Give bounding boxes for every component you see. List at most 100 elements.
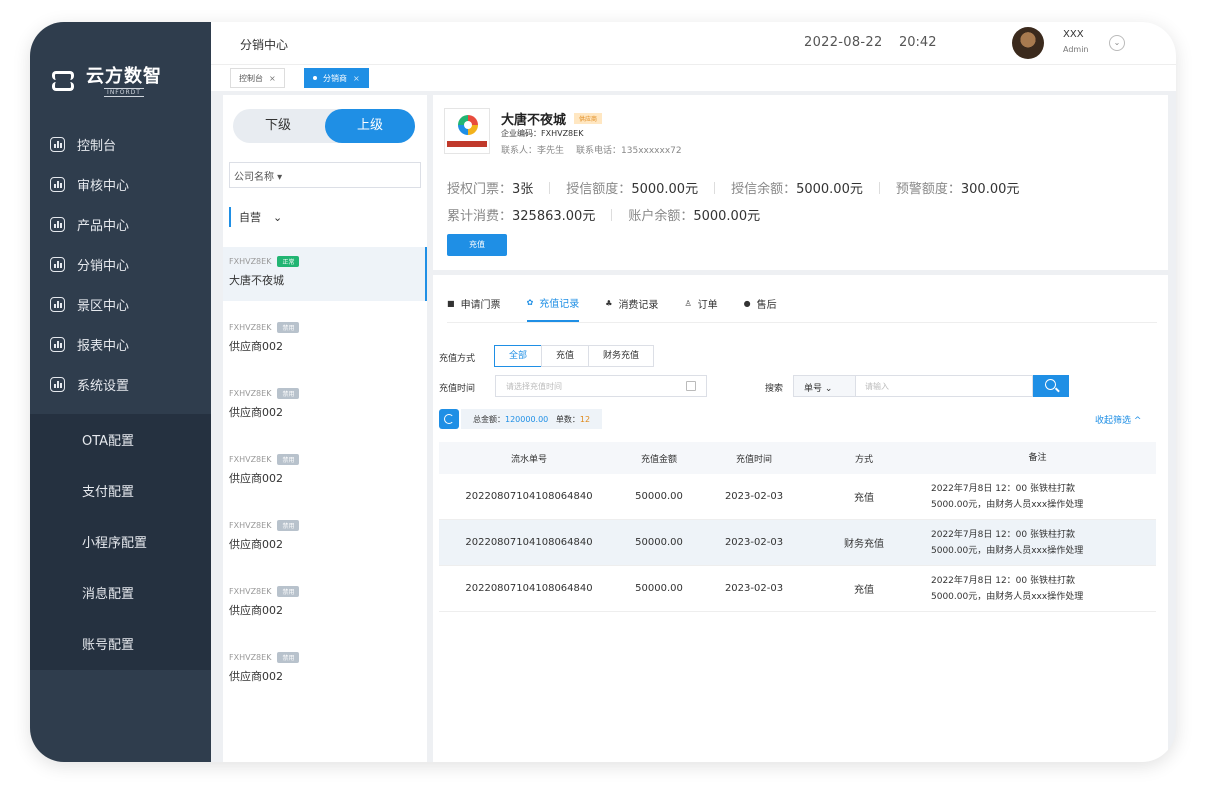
cluster-icon: ♣ [605,299,613,308]
item-name: 供应商002 [229,670,283,683]
submenu-item-miniprogram[interactable]: 小程序配置 [30,516,211,567]
current-date: 2022-08-22 [804,35,883,50]
square-icon: ■ [447,299,455,308]
tab-consumption-records[interactable]: ♣ 消费记录 [605,295,658,322]
tab-apply-tickets[interactable]: ■ 申请门票 [447,295,501,322]
sidebar-item-scenic[interactable]: 景区中心 [30,284,211,324]
tab-console[interactable]: 控制台 × [230,68,285,88]
tab-orders[interactable]: ♙ 订单 [684,295,717,322]
distributor-list: FXHVZ8EK 正常 大唐不夜城 FXHVZ8EK 禁用 供应商002 FXHVZ… [223,247,427,709]
summary-count: 12 [579,415,591,424]
status-badge: 禁用 [277,388,300,399]
tab-recharge-records[interactable]: ✿ 充值记录 [526,295,580,322]
table-row[interactable]: 20220807104108064840 50000.00 2023-02-03… [439,520,1156,566]
recharge-table: 流水单号 充值金额 充值时间 方式 备注 2022080710410806484… [439,442,1156,612]
user-role: Admin [1063,45,1089,54]
circle-icon: ● [743,299,751,308]
chart-icon [50,336,65,352]
search-icon[interactable] [1033,375,1069,397]
chart-icon [50,376,65,392]
list-item[interactable]: FXHVZ8EK 禁用 供应商002 [223,643,427,709]
stat-account-balance: 账户余额： 5000.00元 [628,209,761,224]
list-item[interactable]: FXHVZ8EK 禁用 供应商002 [223,379,427,445]
stat-total-consumption: 累计消费： 325863.00元 [447,209,596,224]
table-row[interactable]: 20220807104108064840 50000.00 2023-02-03… [439,566,1156,612]
lower-level-button[interactable]: 下级 [233,109,323,143]
tab-after-sales[interactable]: ● 售后 [744,295,777,322]
sidebar-item-audit[interactable]: 审核中心 [30,164,211,204]
sidebar-item-reports[interactable]: 报表中心 [30,324,211,364]
search-input[interactable]: 请输入 [855,375,1033,397]
close-icon[interactable]: × [353,74,360,83]
item-name: 供应商002 [229,538,283,551]
submenu-item-account[interactable]: 账号配置 [30,618,211,669]
method-finance-button[interactable]: 财务充值 [588,345,655,367]
company-name-select[interactable]: 公司名称 ▾ [229,162,421,188]
refresh-icon[interactable] [439,409,459,429]
records-panel: ■ 申请门票 ✿ 充值记录 ♣ 消费记录 ♙ 订单 ● 售后 充值方式 全部 充值 财务充… [433,275,1168,762]
method-recharge-button[interactable]: 充值 [541,345,590,367]
tab-distributor[interactable]: 分销商 × [304,68,369,88]
contact-phone: 联系电话：135xxxxxx72 [576,146,682,156]
sidebar-item-console[interactable]: 控制台 [30,124,211,164]
sidebar-item-label: 分销中心 [77,258,130,274]
sidebar-item-label: 景区中心 [77,298,130,314]
list-item[interactable]: FXHVZ8EK 禁用 供应商002 [223,511,427,577]
upper-level-button[interactable]: 上级 [325,109,415,143]
settings-submenu: OTA配置 支付配置 小程序配置 消息配置 账号配置 [30,414,211,670]
sidebar: 云方数智 INFORDT 控制台 审核中心 产品中心 分销中心 景区中心 报表中… [30,22,211,762]
group-filter-label: 自营 [239,211,261,224]
list-item[interactable]: FXHVZ8EK 禁用 供应商002 [223,313,427,379]
stat-credit-balance: 授信余额： 5000.00元 [731,182,863,197]
user-name: XXX [1063,29,1084,40]
chevron-down-icon[interactable]: ⌄ [1109,35,1125,51]
avatar[interactable] [1012,27,1044,59]
close-icon[interactable]: × [269,74,276,83]
status-badge: 禁用 [277,652,300,663]
sidebar-item-products[interactable]: 产品中心 [30,204,211,244]
list-item[interactable]: FXHVZ8EK 禁用 供应商002 [223,445,427,511]
date-range-input[interactable]: 请选择充值时间 [495,375,707,397]
submenu-item-ota[interactable]: OTA配置 [30,414,211,465]
sidebar-item-distribution[interactable]: 分销中心 [30,244,211,284]
item-name: 大唐不夜城 [229,274,284,287]
status-badge: 禁用 [277,322,300,333]
item-code: FXHVZ8EK [229,323,272,332]
recharge-button[interactable]: 充值 [447,234,507,256]
table-header: 流水单号 充值金额 充值时间 方式 备注 [439,442,1156,474]
group-filter[interactable]: 自营 ⌄ [229,207,282,227]
submenu-item-message[interactable]: 消息配置 [30,567,211,618]
list-item[interactable]: FXHVZ8EK 正常 大唐不夜城 [223,247,427,301]
logo-mark-icon [52,69,78,95]
list-item[interactable]: FXHVZ8EK 禁用 供应商002 [223,577,427,643]
stat-tickets: 授权门票： 3张 [447,182,534,197]
sidebar-item-label: 产品中心 [77,218,130,234]
top-bar: 分销中心 2022-08-22 20:42 XXX Admin ⌄ [211,22,1176,64]
chart-icon [50,216,65,232]
summary-bar: 总金额：120000.00 单数：12 [461,409,603,429]
status-badge: 禁用 [277,586,300,597]
sidebar-item-label: 报表中心 [77,338,130,354]
chart-icon [50,176,65,192]
active-dot-icon [313,76,317,80]
app-frame: 云方数智 INFORDT 控制台 审核中心 产品中心 分销中心 景区中心 报表中… [30,22,1176,762]
distributor-list-panel: 下级 上级 公司名称 ▾ 自营 ⌄ FXHVZ8EK 正常 大唐不夜城 FXHVZ… [223,95,427,762]
search-field-select[interactable]: 单号 ⌄ [793,375,856,397]
method-all-button[interactable]: 全部 [494,345,543,367]
item-code: FXHVZ8EK [229,389,272,398]
page-title: 分销中心 [240,38,289,52]
company-info-card: 大唐不夜城 供应商 企业编码：FXHVZ8EK 联系人：李先生 联系电话：135x… [433,95,1168,270]
tab-label: 分销商 [323,73,347,83]
collapse-filter-link[interactable]: 收起筛选 ^ [1095,413,1141,426]
chart-icon [50,136,65,152]
item-code: FXHVZ8EK [229,521,272,530]
submenu-item-payment[interactable]: 支付配置 [30,465,211,516]
status-badge: 禁用 [277,454,300,465]
sidebar-item-settings[interactable]: 系统设置 [30,364,211,404]
sidebar-item-label: 控制台 [77,138,117,154]
item-name: 供应商002 [229,472,283,485]
table-row[interactable]: 20220807104108064840 50000.00 2023-02-03… [439,474,1156,520]
gear-icon: ✿ [526,298,534,307]
item-code: FXHVZ8EK [229,455,272,464]
company-name-text: 大唐不夜城 [501,113,567,128]
